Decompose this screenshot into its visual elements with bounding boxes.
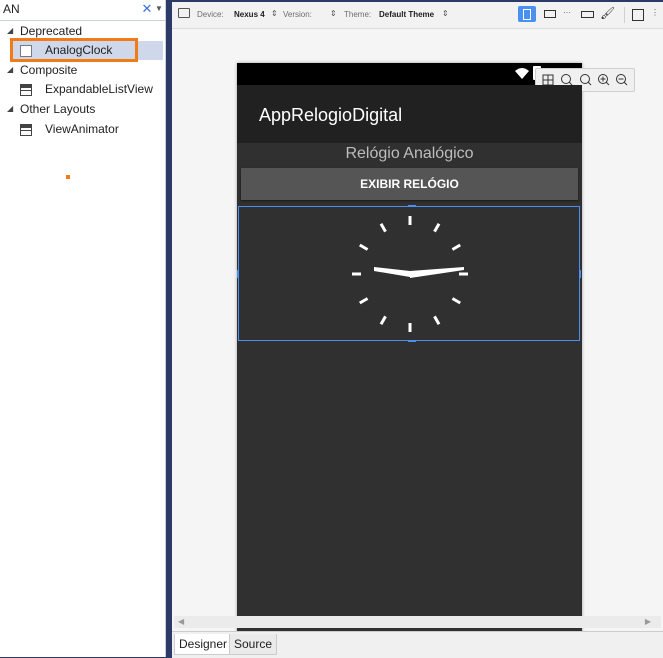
more-icon[interactable]: ⋮ xyxy=(651,8,659,17)
clock-face xyxy=(352,216,468,332)
landscape-orientation-icon[interactable] xyxy=(542,6,560,22)
tab-source[interactable]: Source xyxy=(229,634,278,655)
toolbox-search: ✕ ▼ xyxy=(0,0,165,21)
app-toolbar: AppRelogioDigital xyxy=(237,85,582,143)
toolbox-item-label: ExpandableListView xyxy=(45,82,153,96)
version-label: Version: xyxy=(283,10,312,19)
layout-bounds-icon[interactable] xyxy=(630,6,648,22)
category-label: Other Layouts xyxy=(20,102,96,116)
category-composite[interactable]: ◢ Composite xyxy=(0,61,165,79)
highlight-annotation-box xyxy=(10,38,138,62)
exibir-relogio-button[interactable]: EXIBIR RELÓGIO xyxy=(241,168,578,200)
tab-designer[interactable]: Designer xyxy=(174,634,233,655)
chevron-updown-icon[interactable]: ⇕ xyxy=(442,9,449,18)
clock-tick xyxy=(379,315,387,325)
toolbox-item-viewanimator[interactable]: ViewAnimator xyxy=(12,120,163,139)
toolbox-item-label: ViewAnimator xyxy=(45,122,119,136)
expand-triangle-icon[interactable]: ◢ xyxy=(7,61,13,79)
toolbox-pane: ✕ ▼ ◢ Deprecated AnalogClock ◢ Composite… xyxy=(0,0,166,657)
brush-icon[interactable]: 🖌 xyxy=(600,6,618,22)
orange-marker xyxy=(66,175,70,179)
chevron-updown-icon[interactable]: ⇕ xyxy=(271,9,278,18)
category-label: Composite xyxy=(20,63,78,77)
clock-tick xyxy=(451,243,461,251)
expand-triangle-icon[interactable]: ◢ xyxy=(7,100,13,118)
editor-tabs: Designer Source xyxy=(172,631,663,658)
app-title: AppRelogioDigital xyxy=(259,105,403,125)
horizontal-scrollbar[interactable]: ◀ ▶ xyxy=(174,616,661,628)
device-icon[interactable] xyxy=(178,8,190,18)
more-icon[interactable]: ··· xyxy=(563,8,571,17)
phone-preview: AppRelogioDigital Relógio Analógico EXIB… xyxy=(237,63,635,636)
clock-tick xyxy=(359,297,369,305)
theme-select[interactable]: Default Theme xyxy=(379,10,434,19)
designer-pane: Device: Nexus 4 ⇕ Version: ⇕ Theme: Defa… xyxy=(172,2,663,658)
screen-size-icon[interactable] xyxy=(578,6,596,22)
minute-hand xyxy=(410,267,464,278)
clock-tick xyxy=(433,223,441,233)
search-input[interactable] xyxy=(3,1,133,17)
chevron-down-icon[interactable]: ▼ xyxy=(155,2,163,16)
close-icon[interactable]: ✕ xyxy=(141,1,153,17)
clock-tick xyxy=(359,243,369,251)
subtitle-text: Relógio Analógico xyxy=(345,145,474,162)
clock-tick xyxy=(451,297,461,305)
device-select[interactable]: Nexus 4 xyxy=(234,10,265,19)
widget-icon xyxy=(20,84,32,96)
analog-clock-widget[interactable] xyxy=(237,205,581,342)
device-label: Device: xyxy=(197,10,224,19)
design-canvas[interactable]: AppRelogioDigital Relógio Analógico EXIB… xyxy=(172,29,663,636)
clock-tick xyxy=(433,315,441,325)
category-other-layouts[interactable]: ◢ Other Layouts xyxy=(0,100,165,118)
toolbox-item-expandablelistview[interactable]: ExpandableListView xyxy=(12,80,163,99)
hour-hand xyxy=(374,267,410,277)
theme-label: Theme: xyxy=(344,10,372,19)
clock-tick xyxy=(379,223,387,233)
scroll-left-icon[interactable]: ◀ xyxy=(178,617,184,626)
scroll-right-icon[interactable]: ▶ xyxy=(645,617,651,626)
widget-icon xyxy=(20,124,32,136)
portrait-orientation-icon[interactable] xyxy=(518,6,536,22)
chevron-updown-icon[interactable]: ⇕ xyxy=(330,9,337,18)
status-bar xyxy=(237,63,582,85)
designer-toolbar: Device: Nexus 4 ⇕ Version: ⇕ Theme: Defa… xyxy=(172,2,663,29)
